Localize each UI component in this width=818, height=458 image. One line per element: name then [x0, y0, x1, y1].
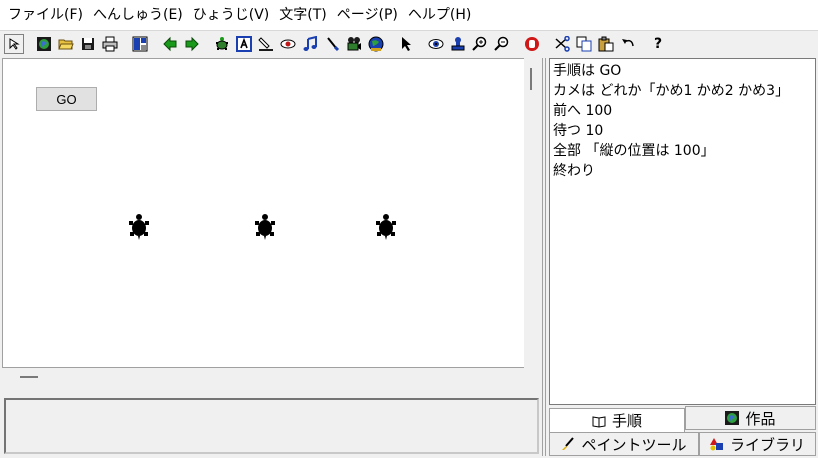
stage-scroll-thumb[interactable] [530, 68, 532, 90]
menu-text[interactable]: 文字(T) [275, 0, 332, 30]
menu-edit[interactable]: へんしゅう(E) [89, 0, 189, 30]
earth-icon[interactable] [366, 34, 386, 54]
menu-file[interactable]: ファイル(F) [4, 0, 89, 30]
code-line[interactable]: カメは どれか「かめ1 かめ2 かめ3」 [553, 81, 812, 101]
toolbar: ? [0, 30, 818, 56]
stamp-icon[interactable] [448, 34, 468, 54]
program-editor[interactable]: 手順は GO カメは どれか「かめ1 かめ2 かめ3」 前へ 100 待つ 10… [549, 58, 816, 405]
stop-icon[interactable] [522, 34, 542, 54]
open-folder-icon[interactable] [56, 34, 76, 54]
music-note-icon[interactable] [300, 34, 320, 54]
turtle-1[interactable] [127, 213, 151, 241]
undo-icon[interactable] [618, 34, 638, 54]
view-icon[interactable] [426, 34, 446, 54]
copy-icon[interactable] [574, 34, 594, 54]
stage-hscroll-thumb[interactable] [20, 376, 38, 378]
text-a-icon[interactable] [234, 34, 254, 54]
tab-works[interactable]: 作品 [685, 406, 816, 430]
zoom-out-icon[interactable] [492, 34, 512, 54]
menu-help[interactable]: ヘルプ(H) [404, 0, 477, 30]
tab-program-label: 手順 [611, 412, 642, 430]
menu-view[interactable]: ひょうじ(V) [189, 0, 276, 30]
tab-works-label: 作品 [745, 409, 776, 428]
cursor-icon[interactable] [396, 34, 416, 54]
help-icon[interactable]: ? [648, 34, 668, 54]
code-line[interactable]: 全部 「縦の位置は 100」 [553, 141, 812, 161]
book-icon [592, 415, 606, 428]
menu-bar: ファイル(F) へんしゅう(E) ひょうじ(V) 文字(T) ページ(P) ヘル… [0, 0, 818, 30]
brush-icon[interactable] [322, 34, 342, 54]
tab-library[interactable]: ライブラリ [699, 432, 816, 456]
save-icon[interactable] [78, 34, 98, 54]
arrow-left-icon[interactable] [160, 34, 180, 54]
print-icon[interactable] [100, 34, 120, 54]
go-button[interactable]: GO [36, 87, 97, 111]
camera-icon[interactable] [344, 34, 364, 54]
panels-icon[interactable] [130, 34, 150, 54]
tab-paint-label: ペイントツール [581, 435, 687, 454]
tab-program[interactable]: 手順 [549, 408, 685, 432]
cut-icon[interactable] [552, 34, 572, 54]
turtle-3[interactable] [374, 213, 398, 241]
code-line[interactable]: 前へ 100 [553, 101, 812, 121]
eye-icon[interactable] [278, 34, 298, 54]
paint-brush-icon [562, 437, 575, 450]
zoom-in-icon[interactable] [470, 34, 490, 54]
pointer-small-icon[interactable] [4, 33, 24, 54]
stage-horizontal-scrollbar[interactable] [2, 368, 524, 396]
code-line[interactable]: 手順は GO [553, 61, 812, 81]
message-box[interactable] [4, 398, 539, 454]
code-line[interactable]: 待つ 10 [553, 121, 812, 141]
turtle-icon[interactable] [212, 34, 232, 54]
tab-library-label: ライブラリ [729, 435, 805, 454]
globe-icon [725, 411, 740, 425]
code-line[interactable]: 終わり [553, 161, 812, 181]
pen-icon[interactable] [256, 34, 276, 54]
tab-paint-tool[interactable]: ペイントツール [549, 432, 699, 456]
shapes-icon [709, 438, 723, 451]
paste-icon[interactable] [596, 34, 616, 54]
arrow-right-icon[interactable] [182, 34, 202, 54]
stage-canvas[interactable]: GO [2, 58, 527, 368]
turtle-2[interactable] [253, 213, 277, 241]
pane-splitter[interactable] [540, 58, 548, 456]
menu-page[interactable]: ページ(P) [333, 0, 404, 30]
globe-icon[interactable] [34, 34, 54, 54]
